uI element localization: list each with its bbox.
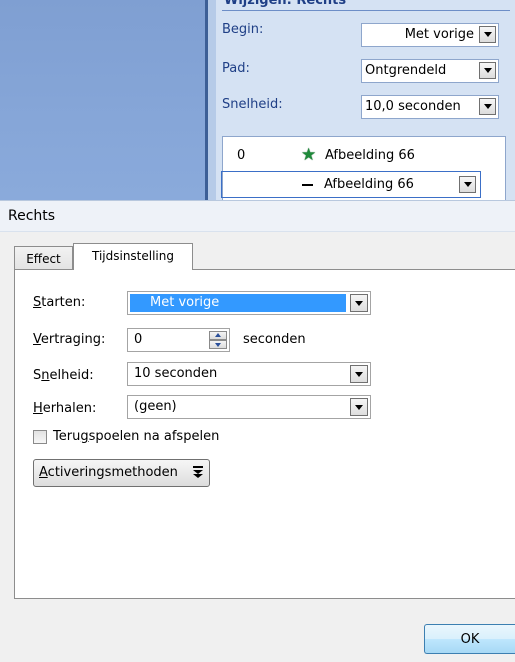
speed-label-key: n	[41, 368, 50, 383]
chevron-down-icon[interactable]	[479, 26, 496, 43]
pane-begin-select[interactable]: Met vorige	[361, 23, 499, 47]
animation-target-name: Afbeelding 66	[325, 148, 415, 163]
repeat-label: Herhalen:	[33, 401, 96, 416]
chevron-down-icon[interactable]	[350, 365, 368, 383]
speed-label-rest: elheid:	[49, 368, 94, 383]
tab-timing-label: Tijdsinstelling	[91, 249, 174, 263]
spin-up-icon[interactable]	[209, 331, 227, 340]
pane-speed-label: Snelheid:	[222, 97, 283, 112]
triggers-button[interactable]: Activeringsmethoden	[33, 459, 210, 487]
rewind-label-key: g	[80, 429, 89, 444]
rewind-checkbox[interactable]	[33, 430, 47, 444]
tab-effect[interactable]: Effect	[14, 246, 73, 270]
dialog-title: Rechts	[8, 208, 56, 224]
pane-header: Wijzigen: Rechts	[222, 0, 510, 11]
pane-begin-value: Met vorige	[404, 27, 474, 42]
delay-spinner[interactable]: 0	[127, 328, 230, 352]
pane-path-value: Ontgrendeld	[365, 63, 447, 78]
custom-animation-pane: Wijzigen: Rechts Begin: Met vorige Pad: …	[216, 0, 515, 206]
rewind-label-pre: Teru	[53, 429, 81, 444]
rewind-label[interactable]: Terugspoelen na afspelen	[53, 429, 219, 444]
repeat-select[interactable]: (geen)	[127, 395, 371, 419]
rewind-label-rest: spoelen na afspelen	[88, 429, 220, 444]
speed-label: Snelheid:	[33, 368, 94, 383]
delay-label-rest: ertraging:	[40, 332, 106, 347]
triggers-label-key: A	[39, 465, 48, 480]
delay-unit: seconden	[243, 332, 306, 347]
animation-list-item-selected[interactable]: Afbeelding 66	[221, 171, 481, 198]
animation-list: 0 ★ Afbeelding 66 Afbeelding 66	[221, 136, 506, 206]
slide-area-background	[0, 0, 205, 200]
dialog-title-bar[interactable]: Rechts	[0, 200, 515, 232]
speed-value: 10 seconden	[134, 366, 218, 381]
chevron-down-icon[interactable]	[479, 62, 496, 79]
animation-order-number: 0	[237, 148, 246, 163]
pane-path-label: Pad:	[222, 61, 250, 76]
ok-button-label: OK	[460, 632, 480, 647]
chevron-down-icon[interactable]	[350, 294, 368, 312]
speed-select[interactable]: 10 seconden	[127, 362, 371, 386]
repeat-label-key: H	[33, 401, 43, 416]
delay-label: Vertraging:	[33, 332, 105, 347]
start-select[interactable]: Met vorige	[127, 291, 371, 315]
pane-speed-value: 10,0 seconden	[365, 99, 461, 114]
start-label-rest: tarten:	[41, 295, 86, 310]
delay-label-key: V	[33, 332, 41, 347]
animation-list-item[interactable]: 0 ★ Afbeelding 66	[223, 143, 505, 170]
ok-button[interactable]: OK	[424, 624, 515, 654]
pane-edge	[208, 0, 216, 200]
delay-value: 0	[134, 332, 143, 347]
animation-target-name: Afbeelding 66	[324, 177, 414, 192]
repeat-label-rest: erhalen:	[42, 401, 97, 416]
repeat-value: (geen)	[134, 399, 177, 414]
tab-effect-label: Effect	[26, 252, 61, 266]
pane-speed-select[interactable]: 10,0 seconden	[361, 95, 499, 119]
pane-path-select[interactable]: Ontgrendeld	[361, 59, 499, 83]
triggers-button-label: Activeringsmethoden	[39, 465, 178, 480]
green-star-icon: ★	[301, 145, 317, 165]
start-label: Starten:	[33, 295, 85, 310]
triggers-label-rest: ctiveringsmethoden	[47, 465, 178, 480]
chevron-down-icon[interactable]	[479, 98, 496, 115]
start-value: Met vorige	[130, 294, 346, 312]
line-dash-icon	[302, 184, 313, 186]
chevron-down-icon[interactable]	[350, 398, 368, 416]
tab-timing[interactable]: Tijdsinstelling	[73, 243, 193, 270]
chevron-down-icon[interactable]	[459, 176, 476, 193]
pane-begin-label: Begin:	[222, 22, 264, 37]
double-chevron-down-icon	[193, 466, 203, 478]
spin-down-icon[interactable]	[209, 340, 227, 349]
